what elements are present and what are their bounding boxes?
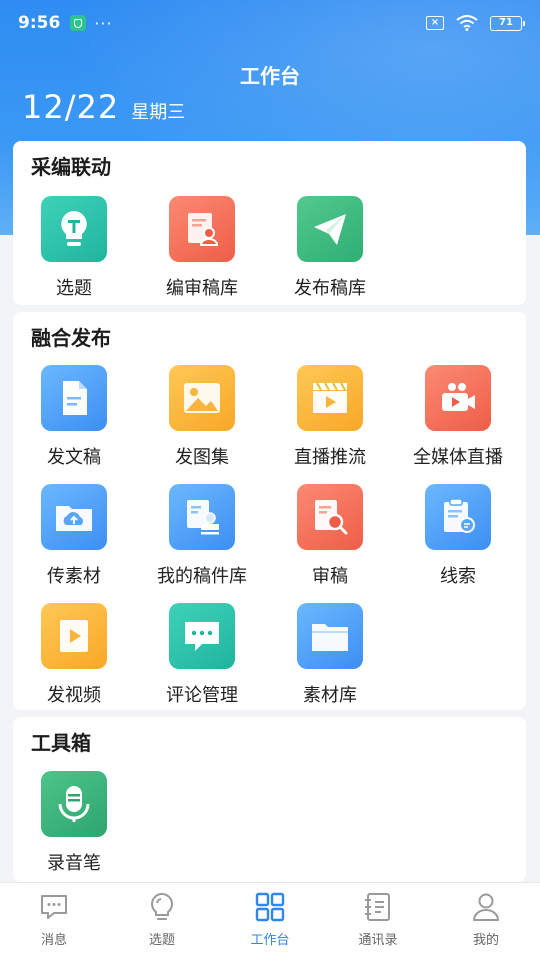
battery-icon: 71 (490, 15, 525, 31)
tile-label: 录音笔 (47, 853, 101, 874)
section-card-ronghe: 融合发布 发文稿 发图集 直播推流 全媒体直播 传素材 我的稿件库 审稿 线索 … (13, 312, 526, 710)
more-dots-icon: ··· (94, 13, 113, 33)
tile-post-gallery[interactable]: 发图集 (138, 365, 266, 475)
folder-icon (297, 603, 363, 669)
tab-topics[interactable]: 选题 (108, 883, 216, 960)
tile-label: 传素材 (47, 566, 101, 587)
tile-label: 我的稿件库 (157, 566, 247, 587)
section-card-toolbox: 工具箱 录音笔 (13, 717, 526, 882)
date-row: 12/22 星期三 (22, 88, 185, 126)
stamp-document-icon (169, 484, 235, 550)
wifi-icon (456, 15, 478, 31)
tile-post-article[interactable]: 发文稿 (10, 365, 138, 475)
clapperboard-icon (297, 365, 363, 431)
clipboard-chat-icon (425, 484, 491, 550)
editor-profile-icon (169, 196, 235, 262)
tile-my-manuscripts[interactable]: 我的稿件库 (138, 484, 266, 594)
tab-messages[interactable]: 消息 (0, 883, 108, 960)
tile-upload-material[interactable]: 传素材 (10, 484, 138, 594)
tile-label: 选题 (56, 278, 92, 299)
tile-label: 直播推流 (294, 447, 366, 468)
tile-omni-media-live[interactable]: 全媒体直播 (394, 365, 522, 475)
section-title: 采编联动 (31, 155, 111, 179)
contacts-book-icon (365, 893, 390, 921)
tile-review[interactable]: 审稿 (266, 484, 394, 594)
review-magnifier-icon (297, 484, 363, 550)
page-title: 工作台 (240, 64, 300, 88)
microphone-icon (41, 771, 107, 837)
status-bar: 9:56 ··· × 71 (0, 0, 540, 46)
section-card-caibian: 采编联动 选题 编审稿库 发布稿库 (13, 141, 526, 305)
person-icon (473, 893, 499, 921)
tab-label: 工作台 (250, 933, 290, 948)
date-text: 12/22 (22, 88, 120, 126)
message-icon (41, 895, 67, 919)
tile-label: 线索 (440, 566, 476, 587)
tab-label: 选题 (148, 933, 175, 948)
tile-leads[interactable]: 线索 (394, 484, 522, 594)
tile-publish-library[interactable]: 发布稿库 (266, 196, 394, 306)
tab-contacts[interactable]: 通讯录 (324, 883, 432, 960)
tab-me[interactable]: 我的 (432, 883, 540, 960)
tile-topic[interactable]: 选题 (10, 196, 138, 306)
document-icon (41, 365, 107, 431)
tab-label: 我的 (472, 933, 499, 948)
tile-label: 发文稿 (47, 447, 101, 468)
tile-label: 发图集 (175, 447, 229, 468)
tile-label: 发视频 (47, 685, 101, 706)
status-time: 9:56 (18, 13, 61, 33)
tile-label: 素材库 (303, 685, 357, 706)
shield-icon (70, 15, 87, 31)
video-camera-icon (425, 365, 491, 431)
bulb-outline-icon (151, 892, 173, 920)
comment-bubble-icon (169, 603, 235, 669)
tab-label: 通讯录 (358, 933, 398, 948)
tab-workbench[interactable]: 工作台 (216, 883, 324, 960)
bottom-tab-bar: 消息 选题 工作台 通讯录 我的 (0, 882, 540, 960)
tab-label: 消息 (40, 933, 67, 948)
section-title: 工具箱 (31, 731, 91, 755)
tile-edit-review[interactable]: 编审稿库 (138, 196, 266, 306)
tile-label: 审稿 (312, 566, 348, 587)
no-sim-icon: × (426, 16, 444, 30)
lightbulb-icon (41, 196, 107, 262)
tile-voice-recorder[interactable]: 录音笔 (10, 771, 138, 881)
tile-comment-management[interactable]: 评论管理 (138, 603, 266, 713)
image-icon (169, 365, 235, 431)
section-title: 融合发布 (31, 326, 111, 350)
grid-icon (255, 892, 285, 922)
tile-material-library[interactable]: 素材库 (266, 603, 394, 713)
tile-label: 全媒体直播 (413, 447, 503, 468)
tile-post-video[interactable]: 发视频 (10, 603, 138, 713)
play-video-icon (41, 603, 107, 669)
tile-label: 编审稿库 (166, 278, 238, 299)
tile-live-stream-push[interactable]: 直播推流 (266, 365, 394, 475)
status-indicators: × 71 (426, 15, 525, 31)
tile-label: 评论管理 (166, 685, 238, 706)
paper-plane-icon (297, 196, 363, 262)
tile-label: 发布稿库 (294, 278, 366, 299)
weekday-text: 星期三 (131, 102, 186, 123)
cloud-upload-folder-icon (41, 484, 107, 550)
